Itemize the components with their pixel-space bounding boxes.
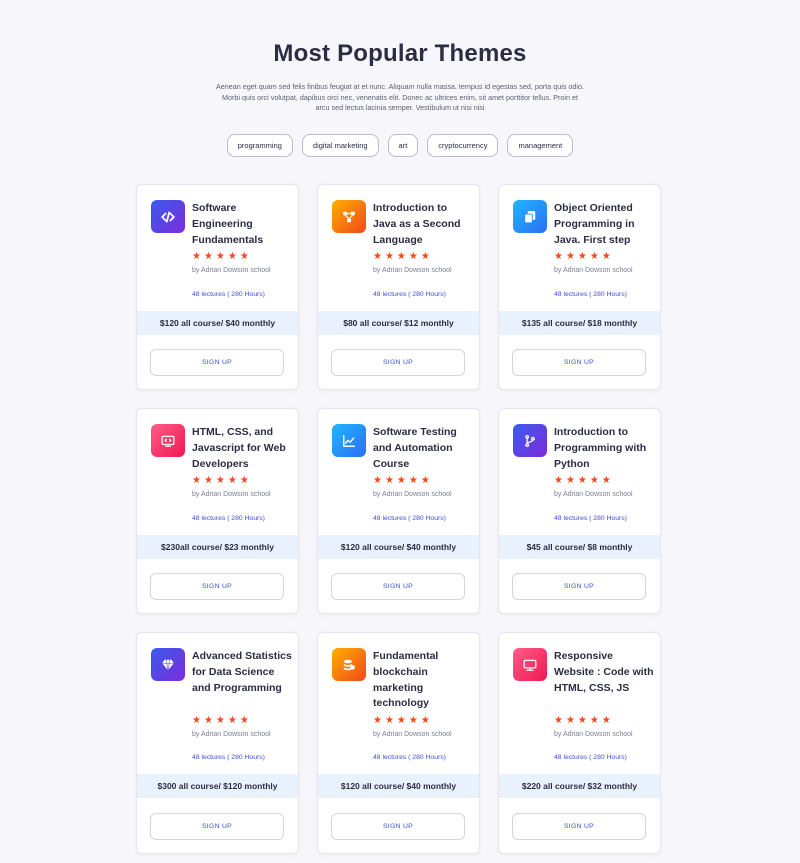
course-title[interactable]: Introduction to Java as a Second Languag… <box>373 201 473 248</box>
signup-button[interactable]: SIGN UP <box>150 349 284 376</box>
branch-icon <box>513 424 547 457</box>
rating-stars: ★★★★★ <box>554 251 614 262</box>
course-card[interactable]: Fundamental blockchain marketing technol… <box>317 632 480 854</box>
monitor-code-icon <box>151 424 185 457</box>
course-lectures: 48 lectures ( 280 Hours) <box>192 291 265 298</box>
course-price: $80 all course/ $12 monthly <box>318 311 479 335</box>
course-author: by Adrian Dowson school <box>373 491 452 498</box>
page-title: Most Popular Themes <box>273 40 527 67</box>
course-title[interactable]: Fundamental blockchain marketing technol… <box>373 649 473 712</box>
course-price: $45 all course/ $8 monthly <box>499 535 660 559</box>
tag-art[interactable]: art <box>387 134 419 157</box>
course-card[interactable]: Software Testing and Automation Course ★… <box>317 408 480 614</box>
course-card[interactable]: HTML, CSS, and Javascript for Web Develo… <box>136 408 299 614</box>
rating-stars: ★★★★★ <box>192 715 252 726</box>
signup-button[interactable]: SIGN UP <box>512 813 646 840</box>
chart-line-icon <box>332 424 366 457</box>
course-card[interactable]: Object Oriented Programming in Java. Fir… <box>498 184 661 390</box>
course-author: by Adrian Dowson school <box>192 267 271 274</box>
course-author: by Adrian Dowson school <box>373 731 452 738</box>
tag-management[interactable]: management <box>507 134 574 157</box>
course-card[interactable]: Introduction to Java as a Second Languag… <box>317 184 480 390</box>
code-icon <box>151 200 185 233</box>
signup-button[interactable]: SIGN UP <box>150 813 284 840</box>
course-price: $300 all course/ $120 monthly <box>137 774 298 798</box>
signup-button[interactable]: SIGN UP <box>331 813 465 840</box>
course-card[interactable]: Introduction to Programming with Python … <box>498 408 661 614</box>
course-title[interactable]: Advanced Statistics for Data Science and… <box>192 649 292 696</box>
course-author: by Adrian Dowson school <box>192 491 271 498</box>
course-lectures: 48 lectures ( 280 Hours) <box>373 754 446 761</box>
course-price: $120 all course/ $40 monthly <box>137 311 298 335</box>
popular-themes-section: Most Popular Themes Aenean eget quam sed… <box>0 0 800 863</box>
rating-stars: ★★★★★ <box>192 475 252 486</box>
course-lectures: 48 lectures ( 280 Hours) <box>373 291 446 298</box>
course-title[interactable]: HTML, CSS, and Javascript for Web Develo… <box>192 425 292 472</box>
coins-icon <box>332 648 366 681</box>
course-lectures: 48 lectures ( 280 Hours) <box>554 291 627 298</box>
course-title[interactable]: Responsive Website : Code with HTML, CSS… <box>554 649 654 696</box>
course-card[interactable]: Advanced Statistics for Data Science and… <box>136 632 299 854</box>
rating-stars: ★★★★★ <box>373 251 433 262</box>
course-lectures: 48 lectures ( 280 Hours) <box>192 754 265 761</box>
monitor-icon <box>513 648 547 681</box>
signup-button[interactable]: SIGN UP <box>150 573 284 600</box>
rating-stars: ★★★★★ <box>554 475 614 486</box>
course-author: by Adrian Dowson school <box>373 267 452 274</box>
tag-digital-marketing[interactable]: digital marketing <box>301 134 379 157</box>
copy-icon <box>513 200 547 233</box>
course-price: $220 all course/ $32 monthly <box>499 774 660 798</box>
course-card[interactable]: Software Engineering Fundamentals ★★★★★ … <box>136 184 299 390</box>
course-price: $135 all course/ $18 monthly <box>499 311 660 335</box>
rating-stars: ★★★★★ <box>373 475 433 486</box>
course-card[interactable]: Responsive Website : Code with HTML, CSS… <box>498 632 661 854</box>
rating-stars: ★★★★★ <box>373 715 433 726</box>
course-lectures: 48 lectures ( 280 Hours) <box>373 515 446 522</box>
rating-stars: ★★★★★ <box>554 715 614 726</box>
course-price: $120 all course/ $40 monthly <box>318 774 479 798</box>
course-lectures: 48 lectures ( 280 Hours) <box>554 515 627 522</box>
course-title[interactable]: Software Engineering Fundamentals <box>192 201 292 248</box>
course-title[interactable]: Object Oriented Programming in Java. Fir… <box>554 201 654 248</box>
rating-stars: ★★★★★ <box>192 251 252 262</box>
course-author: by Adrian Dowson school <box>554 731 633 738</box>
course-price: $230all course/ $23 monthly <box>137 535 298 559</box>
signup-button[interactable]: SIGN UP <box>331 573 465 600</box>
course-price: $120 all course/ $40 monthly <box>318 535 479 559</box>
course-title[interactable]: Software Testing and Automation Course <box>373 425 473 472</box>
signup-button[interactable]: SIGN UP <box>512 349 646 376</box>
signup-button[interactable]: SIGN UP <box>512 573 646 600</box>
diamond-icon <box>151 648 185 681</box>
signup-button[interactable]: SIGN UP <box>331 349 465 376</box>
course-author: by Adrian Dowson school <box>554 267 633 274</box>
tag-filter-bar: programming digital marketing art crypto… <box>0 134 800 157</box>
tag-cryptocurrency[interactable]: cryptocurrency <box>427 134 499 157</box>
course-author: by Adrian Dowson school <box>554 491 633 498</box>
flow-icon <box>332 200 366 233</box>
course-author: by Adrian Dowson school <box>192 731 271 738</box>
page-subtitle: Aenean eget quam sed felis finibus feugi… <box>216 82 584 112</box>
course-lectures: 48 lectures ( 280 Hours) <box>192 515 265 522</box>
tag-programming[interactable]: programming <box>226 134 293 157</box>
course-lectures: 48 lectures ( 280 Hours) <box>554 754 627 761</box>
course-title[interactable]: Introduction to Programming with Python <box>554 425 654 472</box>
